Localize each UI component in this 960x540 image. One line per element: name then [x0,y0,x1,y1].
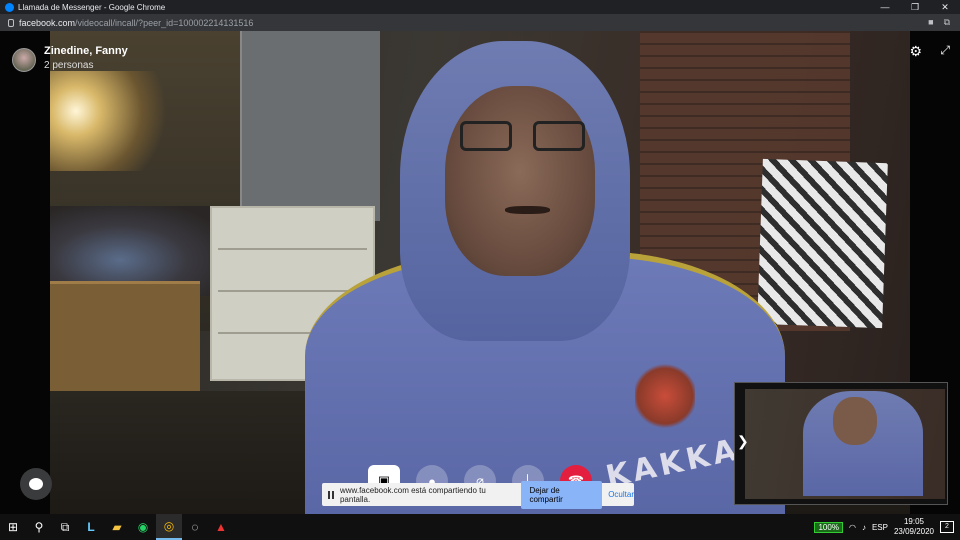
url-text[interactable]: facebook.com/videocall/incall/?peer_id=1… [19,18,253,28]
gear-icon[interactable]: ⚙ [909,43,922,60]
acrobat-icon[interactable]: ▲ [208,514,234,540]
camera-icon[interactable]: ■ [928,17,933,28]
restore-button[interactable]: ❐ [900,0,930,14]
chrome-icon[interactable]: ◎ [156,514,182,540]
window-title: Llamada de Messenger - Google Chrome [18,2,166,12]
hide-button[interactable]: Ocultar [608,490,634,499]
browser-titlebar: Llamada de Messenger - Google Chrome — ❐… [0,0,960,14]
app-circle-icon[interactable]: ◌ [182,514,208,540]
share-message: www.facebook.com está compartiendo tu pa… [339,485,486,504]
notifications-icon[interactable]: 2 [940,521,954,533]
task-view-icon[interactable]: ⧉ [52,514,78,540]
self-view-pip[interactable]: ❯ [734,382,948,505]
lock-icon[interactable] [8,18,14,27]
peer-name: Zinedine, Fanny [44,45,128,57]
video-person: KAKKA [305,31,785,514]
messenger-icon [5,2,14,12]
windows-taskbar: ⊞ ⚲ ⧉ L ▰ ◉ ◎ ◌ ▲ 100% ◠ ♪ ESP 19:05 23/… [0,514,960,540]
battery-indicator[interactable]: 100% [814,521,843,533]
file-explorer-icon[interactable]: ▰ [104,514,130,540]
video-call-area: KAKKA Zinedine, Fanny 2 personas ⚙ ⤢ ▣ ●… [0,31,960,514]
screen-share-banner: www.facebook.com está compartiendo tu pa… [322,480,634,509]
translate-icon[interactable]: ⧉ [944,17,950,28]
minimize-button[interactable]: — [870,0,900,14]
pause-icon [328,490,334,499]
chevron-right-icon[interactable]: ❯ [737,433,749,450]
wifi-icon[interactable]: ◠ [849,523,856,532]
app-l-icon[interactable]: L [78,514,104,540]
whatsapp-icon[interactable]: ◉ [130,514,156,540]
search-icon[interactable]: ⚲ [26,514,52,540]
volume-icon[interactable]: ♪ [862,523,866,532]
avatar [12,48,36,72]
chat-bubble-icon [29,478,43,490]
windows-start-icon[interactable]: ⊞ [0,514,26,540]
stop-sharing-button[interactable]: Dejar de compartir [521,480,603,509]
close-button[interactable]: ✕ [930,0,960,14]
address-bar[interactable]: facebook.com/videocall/incall/?peer_id=1… [0,14,960,31]
language-indicator[interactable]: ESP [872,523,888,532]
participant-count: 2 personas [44,60,94,71]
chat-button[interactable] [20,468,52,500]
clock[interactable]: 19:05 23/09/2020 [894,517,934,537]
expand-icon[interactable]: ⤢ [940,43,950,58]
